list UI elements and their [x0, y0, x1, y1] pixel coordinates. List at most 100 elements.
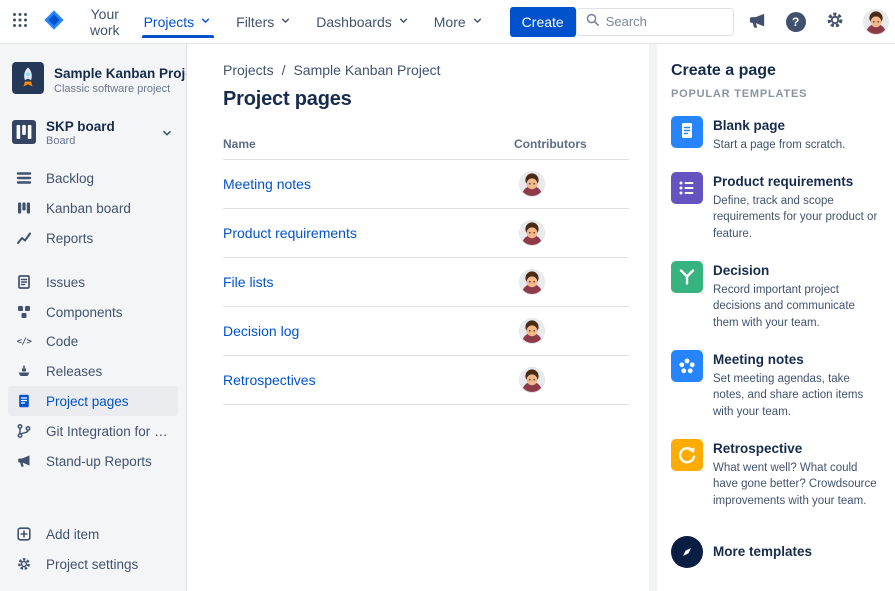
sidebar: Sample Kanban Project Classic software p… [0, 44, 187, 591]
compass-icon [671, 535, 703, 568]
breadcrumb: Projects / Sample Kanban Project [223, 62, 629, 78]
nav-dashboards[interactable]: Dashboards [304, 6, 422, 38]
search-input[interactable] [605, 14, 725, 29]
user-avatar [863, 9, 888, 34]
announcements-button[interactable] [743, 6, 772, 38]
help-icon: ? [785, 11, 806, 32]
git-branch-icon [16, 423, 32, 439]
template-meeting-notes[interactable]: Meeting notes Set meeting agendas, take … [671, 349, 883, 421]
page-link[interactable]: Decision log [223, 323, 299, 339]
create-button[interactable]: Create [509, 6, 576, 37]
sidebar-group-project: Issues Components </> Code Releases Proj… [8, 267, 178, 476]
jira-logo[interactable] [38, 4, 70, 39]
page-link[interactable]: Retrospectives [223, 372, 316, 388]
board-meta: SKP board Board [46, 119, 150, 147]
sidebar-item-reports[interactable]: Reports [8, 223, 178, 253]
profile-button[interactable] [859, 5, 893, 39]
sidebar-item-label: Kanban board [46, 200, 131, 216]
panel-title: Create a page [671, 62, 776, 79]
sidebar-item-standup-reports[interactable]: Stand-up Reports [8, 446, 178, 476]
nav-filters-label: Filters [236, 13, 275, 30]
project-type: Classic software project [54, 83, 171, 95]
contributor-avatar [520, 172, 544, 196]
sidebar-item-label: Add item [46, 526, 100, 542]
contributors-cell [514, 172, 629, 196]
sidebar-item-label: Reports [46, 230, 94, 246]
nav-your-work[interactable]: Your work [78, 6, 132, 38]
help-button[interactable]: ? [781, 7, 811, 37]
page-link[interactable]: Product requirements [223, 225, 357, 241]
blank-page-icon [671, 116, 703, 148]
topbar-right: ? [575, 0, 893, 43]
table-row: Retrospectives [223, 356, 629, 405]
sidebar-item-issues[interactable]: Issues [8, 267, 178, 297]
sidebar-item-releases[interactable]: Releases [8, 356, 178, 386]
nav-more[interactable]: More [422, 6, 496, 38]
sidebar-item-label: Project settings [46, 556, 139, 572]
chevron-down-icon [279, 14, 292, 30]
search-box[interactable] [575, 7, 734, 36]
scrollbar-gutter[interactable] [649, 44, 657, 591]
more-templates-button[interactable]: More templates [671, 535, 813, 568]
breadcrumb-project-name[interactable]: Sample Kanban Project [293, 62, 440, 78]
template-name: Meeting notes [713, 351, 804, 367]
sidebar-item-components[interactable]: Components [8, 297, 178, 327]
topbar: Your work Projects Filters Dashboards Mo… [0, 0, 895, 44]
add-icon [16, 526, 32, 542]
project-name: Sample Kanban Project [54, 66, 186, 81]
chevron-down-icon [397, 14, 410, 30]
template-decision[interactable]: Decision Record important project decisi… [671, 260, 883, 332]
code-icon: </> [16, 336, 32, 347]
page-link[interactable]: File lists [223, 274, 274, 290]
sidebar-item-kanban-board[interactable]: Kanban board [8, 193, 178, 223]
gear-icon [16, 556, 32, 572]
page-link[interactable]: Meeting notes [223, 176, 311, 192]
template-body: Meeting notes Set meeting agendas, take … [713, 350, 883, 421]
contributors-cell [514, 221, 629, 245]
nav-filters[interactable]: Filters [224, 6, 304, 38]
nav-projects-label: Projects [143, 13, 195, 30]
board-icon [12, 119, 36, 147]
template-name: Retrospective [713, 440, 803, 456]
main-content: Projects / Sample Kanban Project Project… [187, 44, 649, 591]
chevron-down-icon [471, 14, 484, 30]
sidebar-item-project-pages[interactable]: Project pages [8, 386, 178, 416]
board-switcher[interactable]: SKP board Board [8, 115, 178, 151]
sidebar-item-label: Backlog [46, 170, 95, 186]
search-icon [585, 12, 600, 32]
components-icon [16, 304, 32, 320]
template-blank-page[interactable]: Blank page Start a page from scratch. [671, 116, 883, 154]
project-meta: Sample Kanban Project Classic software p… [54, 66, 186, 95]
project-avatar [12, 62, 44, 99]
nav-your-work-label: Your work [90, 5, 120, 38]
sidebar-item-add-item[interactable]: Add item [8, 519, 178, 549]
contributors-cell [514, 270, 629, 294]
backlog-icon [16, 170, 32, 186]
kanban-icon [16, 200, 32, 216]
sidebar-item-git-integration[interactable]: Git Integration for Jira ... [8, 416, 178, 446]
sidebar-item-label: Stand-up Reports [46, 453, 152, 469]
table-header: Name Contributors [223, 137, 629, 160]
template-product-requirements[interactable]: Product requirements Define, track and s… [671, 171, 883, 243]
app-switcher-button[interactable] [6, 6, 34, 37]
template-name: Decision [713, 262, 770, 278]
nav-projects[interactable]: Projects [132, 6, 225, 38]
table-row: Meeting notes [223, 160, 629, 209]
page-title: Project pages [223, 88, 352, 110]
template-retrospective[interactable]: Retrospective What went well? What could… [671, 438, 883, 510]
meeting-notes-icon [671, 349, 703, 382]
table-row: File lists [223, 258, 629, 307]
breadcrumb-separator: / [281, 62, 286, 78]
breadcrumb-projects[interactable]: Projects [223, 62, 274, 78]
sidebar-item-backlog[interactable]: Backlog [8, 163, 178, 193]
sidebar-item-project-settings[interactable]: Project settings [8, 549, 178, 579]
sidebar-item-label: Code [46, 334, 79, 349]
sidebar-item-label: Issues [46, 274, 86, 290]
column-header-name: Name [223, 137, 256, 151]
settings-button[interactable] [820, 5, 850, 38]
sidebar-item-code[interactable]: </> Code [8, 327, 178, 356]
more-templates-label: More templates [713, 544, 813, 560]
jira-app: Your work Projects Filters Dashboards Mo… [0, 0, 895, 591]
sidebar-item-label: Components [46, 304, 123, 320]
contributor-avatar [520, 221, 544, 245]
